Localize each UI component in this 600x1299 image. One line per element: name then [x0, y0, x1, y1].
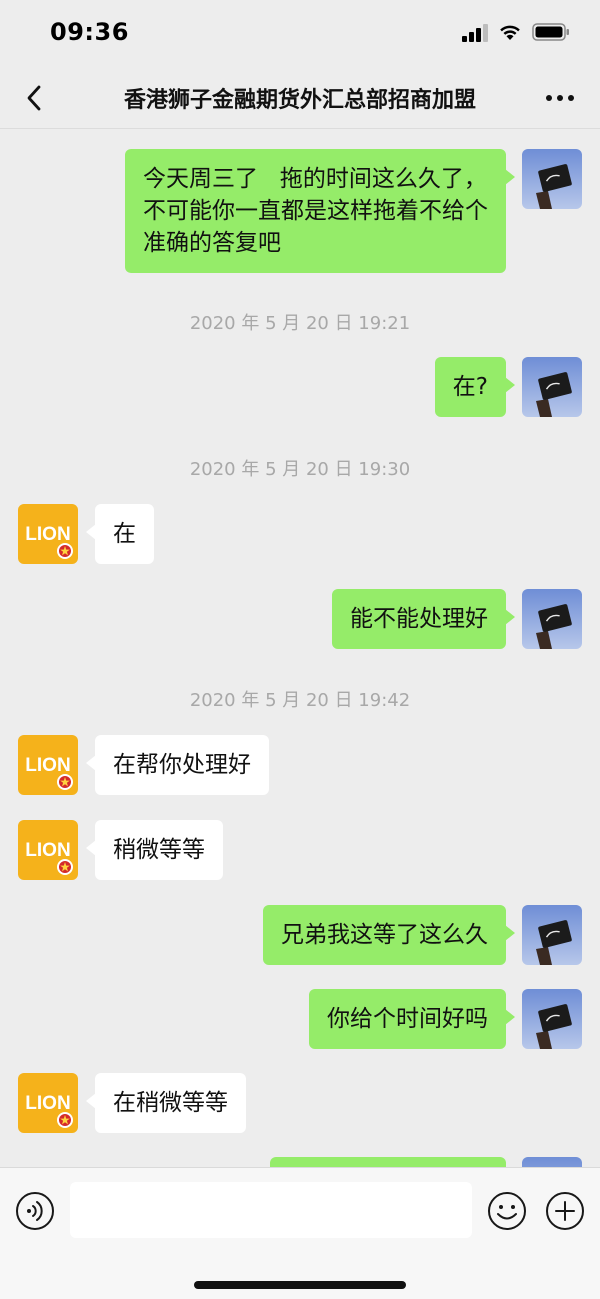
self-avatar[interactable] — [522, 589, 582, 649]
contact-avatar[interactable]: LION — [18, 735, 78, 795]
timestamp: 2020 年 5 月 20 日 19:30 — [189, 459, 411, 480]
message-input[interactable] — [70, 1182, 472, 1238]
user-photo-avatar — [522, 357, 582, 417]
more-button[interactable] — [536, 78, 584, 118]
outgoing-message: 今天周三了 拖的时间这么久了， 不可能你一直都是这样拖着不给个 准确的答复吧 — [0, 149, 600, 273]
message-bubble[interactable]: 在? — [434, 357, 516, 417]
home-indicator — [194, 1281, 406, 1289]
lion-logo-avatar: LION — [18, 735, 78, 795]
contact-avatar[interactable]: LION — [18, 820, 78, 880]
incoming-message: LION 在帮你处理好 — [0, 735, 600, 795]
user-photo-avatar — [522, 905, 582, 965]
battery-icon — [532, 23, 569, 41]
contact-avatar[interactable]: LION — [18, 504, 78, 564]
svg-text:LION: LION — [25, 840, 70, 861]
input-bar — [0, 1167, 600, 1299]
outgoing-message: 你给个时间好吗 — [0, 989, 600, 1049]
lion-logo-avatar: LION — [18, 820, 78, 880]
message-list[interactable]: 今天周三了 拖的时间这么久了， 不可能你一直都是这样拖着不给个 准确的答复吧 20… — [0, 129, 600, 1167]
message-bubble[interactable]: 在 — [86, 504, 154, 564]
chevron-left-icon — [27, 85, 41, 111]
self-avatar[interactable] — [522, 1157, 582, 1167]
message-bubble[interactable]: 能不能处理好 — [332, 589, 515, 649]
svg-text:LION: LION — [25, 1093, 70, 1114]
message-bubble[interactable]: 你给个时间好吗 — [309, 989, 515, 1049]
message-bubble[interactable]: 稍微等等 — [86, 820, 223, 880]
plus-button[interactable] — [544, 1190, 586, 1232]
outgoing-message: 在? — [0, 357, 600, 417]
back-button[interactable] — [14, 78, 54, 118]
emoji-button[interactable] — [486, 1190, 528, 1232]
message-bubble[interactable]: 兄弟我这等了这么久 — [263, 905, 515, 965]
user-photo-avatar — [522, 149, 582, 209]
svg-text:LION: LION — [25, 755, 70, 776]
svg-text:LION: LION — [25, 524, 70, 545]
incoming-message: LION 稍微等等 — [0, 820, 600, 880]
status-bar: 09:36 — [0, 0, 600, 66]
user-photo-avatar — [522, 989, 582, 1049]
contact-avatar[interactable]: LION — [18, 1073, 78, 1133]
message-bubble[interactable]: 在帮你处理好 — [86, 735, 269, 795]
message-bubble[interactable] — [270, 1157, 506, 1167]
outgoing-message: 能不能处理好 — [0, 589, 600, 649]
outgoing-message: 兄弟我这等了这么久 — [0, 905, 600, 965]
self-avatar[interactable] — [522, 357, 582, 417]
wifi-icon — [500, 25, 520, 40]
signal-icon — [462, 24, 488, 42]
lion-logo-avatar: LION — [18, 504, 78, 564]
timestamp: 2020 年 5 月 20 日 19:42 — [189, 690, 411, 711]
self-avatar[interactable] — [522, 149, 582, 209]
page-title: 香港狮子金融期货外汇总部招商加盟 — [123, 88, 476, 113]
nav-bar: 香港狮子金融期货外汇总部招商加盟 — [0, 66, 600, 129]
timestamp: 2020 年 5 月 20 日 19:21 — [189, 313, 411, 334]
chat-screen: 09:36 香港狮子金融期货外汇总部招商加盟 今天周三了 拖的时间这么久了， 不… — [0, 0, 600, 1299]
self-avatar[interactable] — [522, 905, 582, 965]
message-bubble[interactable]: 今天周三了 拖的时间这么久了， 不可能你一直都是这样拖着不给个 准确的答复吧 — [125, 149, 515, 273]
status-time: 09:36 — [50, 18, 129, 46]
more-dots-icon — [546, 95, 574, 101]
self-avatar[interactable] — [522, 989, 582, 1049]
user-photo-avatar — [522, 1157, 582, 1167]
voice-button[interactable] — [14, 1190, 56, 1232]
lion-logo-avatar: LION — [18, 1073, 78, 1133]
incoming-message: LION 在稍微等等 — [0, 1073, 600, 1133]
message-bubble[interactable]: 在稍微等等 — [86, 1073, 246, 1133]
incoming-message: LION 在 — [0, 504, 600, 564]
outgoing-message — [0, 1157, 600, 1167]
user-photo-avatar — [522, 589, 582, 649]
